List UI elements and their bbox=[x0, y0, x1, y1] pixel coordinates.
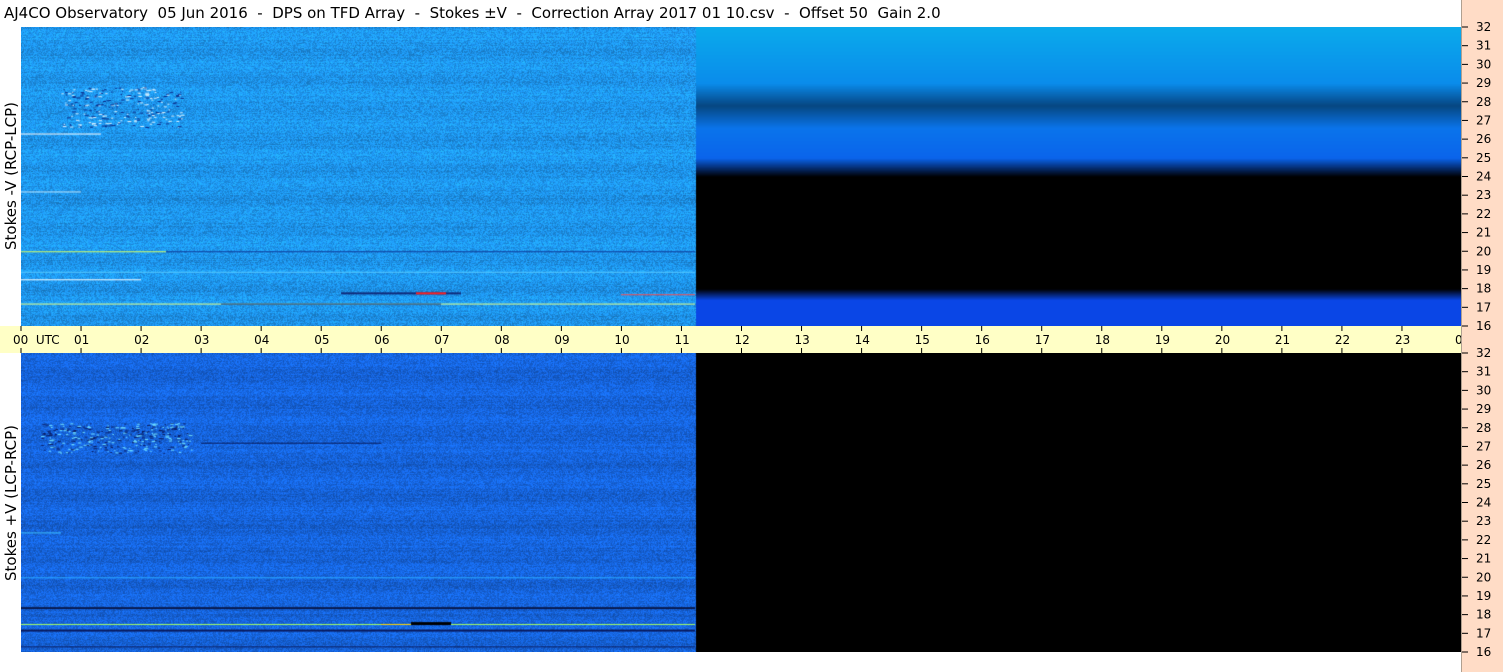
spectrogram-top-panel bbox=[21, 27, 1462, 326]
freq-tick-label-bottom: 18 bbox=[1476, 608, 1491, 622]
time-tick-label: 09 bbox=[554, 333, 569, 347]
freq-tick-label-top: 30 bbox=[1476, 57, 1491, 71]
time-tick-label: 15 bbox=[915, 333, 930, 347]
freq-tick-label-top: 19 bbox=[1476, 263, 1491, 277]
time-tick-label: 21 bbox=[1275, 333, 1290, 347]
spectrogram-top-canvas bbox=[21, 27, 1462, 326]
time-tick-label: 00 UTC bbox=[13, 333, 60, 347]
freq-tick-label-bottom: 30 bbox=[1476, 383, 1491, 397]
freq-tick-label-bottom: 32 bbox=[1476, 346, 1491, 360]
freq-tick-label-bottom: 16 bbox=[1476, 645, 1491, 659]
time-tick-label: 23 bbox=[1395, 333, 1410, 347]
freq-tick-label-top: 28 bbox=[1476, 95, 1491, 109]
time-tick-label: 07 bbox=[434, 333, 449, 347]
freq-tick-label-top: 27 bbox=[1476, 113, 1491, 127]
time-tick-label: 11 bbox=[674, 333, 689, 347]
freq-tick-label-top: 16 bbox=[1476, 319, 1491, 333]
freq-tick-label-top: 23 bbox=[1476, 188, 1491, 202]
time-tick-label: 12 bbox=[735, 333, 750, 347]
time-tick-label: 17 bbox=[1035, 333, 1050, 347]
time-tick-label: 05 bbox=[314, 333, 329, 347]
time-tick-label: 01 bbox=[74, 333, 89, 347]
freq-tick-label-bottom: 27 bbox=[1476, 439, 1491, 453]
freq-tick-label-bottom: 19 bbox=[1476, 589, 1491, 603]
frequency-axis-svg: 32 31 30 29 28 27 26 25 24 23 22 21 20 19 18 17 16 32 31 30… bbox=[1462, 20, 1491, 659]
freq-tick-label-top: 29 bbox=[1476, 76, 1491, 90]
freq-tick-label-bottom: 23 bbox=[1476, 514, 1491, 528]
freq-tick-label-top: 20 bbox=[1476, 244, 1491, 258]
time-tick-label: 14 bbox=[855, 333, 870, 347]
freq-tick-label-top: 24 bbox=[1476, 170, 1491, 184]
freq-tick-label-top: 31 bbox=[1476, 39, 1491, 53]
time-axis-svg: 00 UTC 01 02 03 04 05 06 07 08 09 10 11 12 13 14 15 16 17… bbox=[13, 326, 1462, 353]
time-tick-label: 20 bbox=[1215, 333, 1230, 347]
time-tick-label: 03 bbox=[194, 333, 209, 347]
frequency-axis: 32 31 30 29 28 27 26 25 24 23 22 21 20 19 18 17 16 32 31 30… bbox=[1462, 0, 1503, 672]
freq-tick-label-top: 18 bbox=[1476, 282, 1491, 296]
time-axis: 00 UTC 01 02 03 04 05 06 07 08 09 10 11 12 13 14 15 16 17… bbox=[0, 326, 1462, 353]
freq-tick-label-bottom: 20 bbox=[1476, 570, 1491, 584]
freq-tick-label-top: 26 bbox=[1476, 132, 1491, 146]
y-axis-label-top: Stokes -V (RCP-LCP) bbox=[2, 102, 20, 250]
time-tick-label: 00 bbox=[1455, 333, 1462, 347]
freq-tick-label-top: 21 bbox=[1476, 226, 1491, 240]
freq-tick-label-bottom: 22 bbox=[1476, 533, 1491, 547]
freq-tick-label-bottom: 21 bbox=[1476, 552, 1491, 566]
freq-tick-label-bottom: 31 bbox=[1476, 365, 1491, 379]
freq-tick-label-top: 22 bbox=[1476, 207, 1491, 221]
time-tick-label: 18 bbox=[1095, 333, 1110, 347]
freq-tick-label-top: 17 bbox=[1476, 300, 1491, 314]
time-tick-label: 06 bbox=[374, 333, 389, 347]
freq-tick-label-top: 25 bbox=[1476, 151, 1491, 165]
time-tick-label: 08 bbox=[494, 333, 509, 347]
y-axis-label-bottom: Stokes +V (LCP-RCP) bbox=[2, 425, 20, 581]
freq-tick-label-top: 32 bbox=[1476, 20, 1491, 34]
freq-tick-label-bottom: 26 bbox=[1476, 458, 1491, 472]
freq-tick-label-bottom: 28 bbox=[1476, 421, 1491, 435]
time-tick-label: 22 bbox=[1335, 333, 1350, 347]
spectrogram-bottom-panel bbox=[21, 353, 1462, 652]
time-tick-label: 02 bbox=[134, 333, 149, 347]
freq-tick-label-bottom: 17 bbox=[1476, 626, 1491, 640]
freq-tick-label-bottom: 24 bbox=[1476, 496, 1491, 510]
freq-tick-label-bottom: 25 bbox=[1476, 477, 1491, 491]
time-tick-label: 16 bbox=[975, 333, 990, 347]
freq-tick-label-bottom: 29 bbox=[1476, 402, 1491, 416]
time-tick-label: 04 bbox=[254, 333, 269, 347]
chart-title: AJ4CO Observatory 05 Jun 2016 - DPS on T… bbox=[4, 4, 941, 22]
time-tick-label: 10 bbox=[614, 333, 629, 347]
time-tick-label: 19 bbox=[1155, 333, 1170, 347]
time-tick-label: 13 bbox=[795, 333, 810, 347]
spectrogram-bottom-canvas bbox=[21, 353, 1462, 652]
